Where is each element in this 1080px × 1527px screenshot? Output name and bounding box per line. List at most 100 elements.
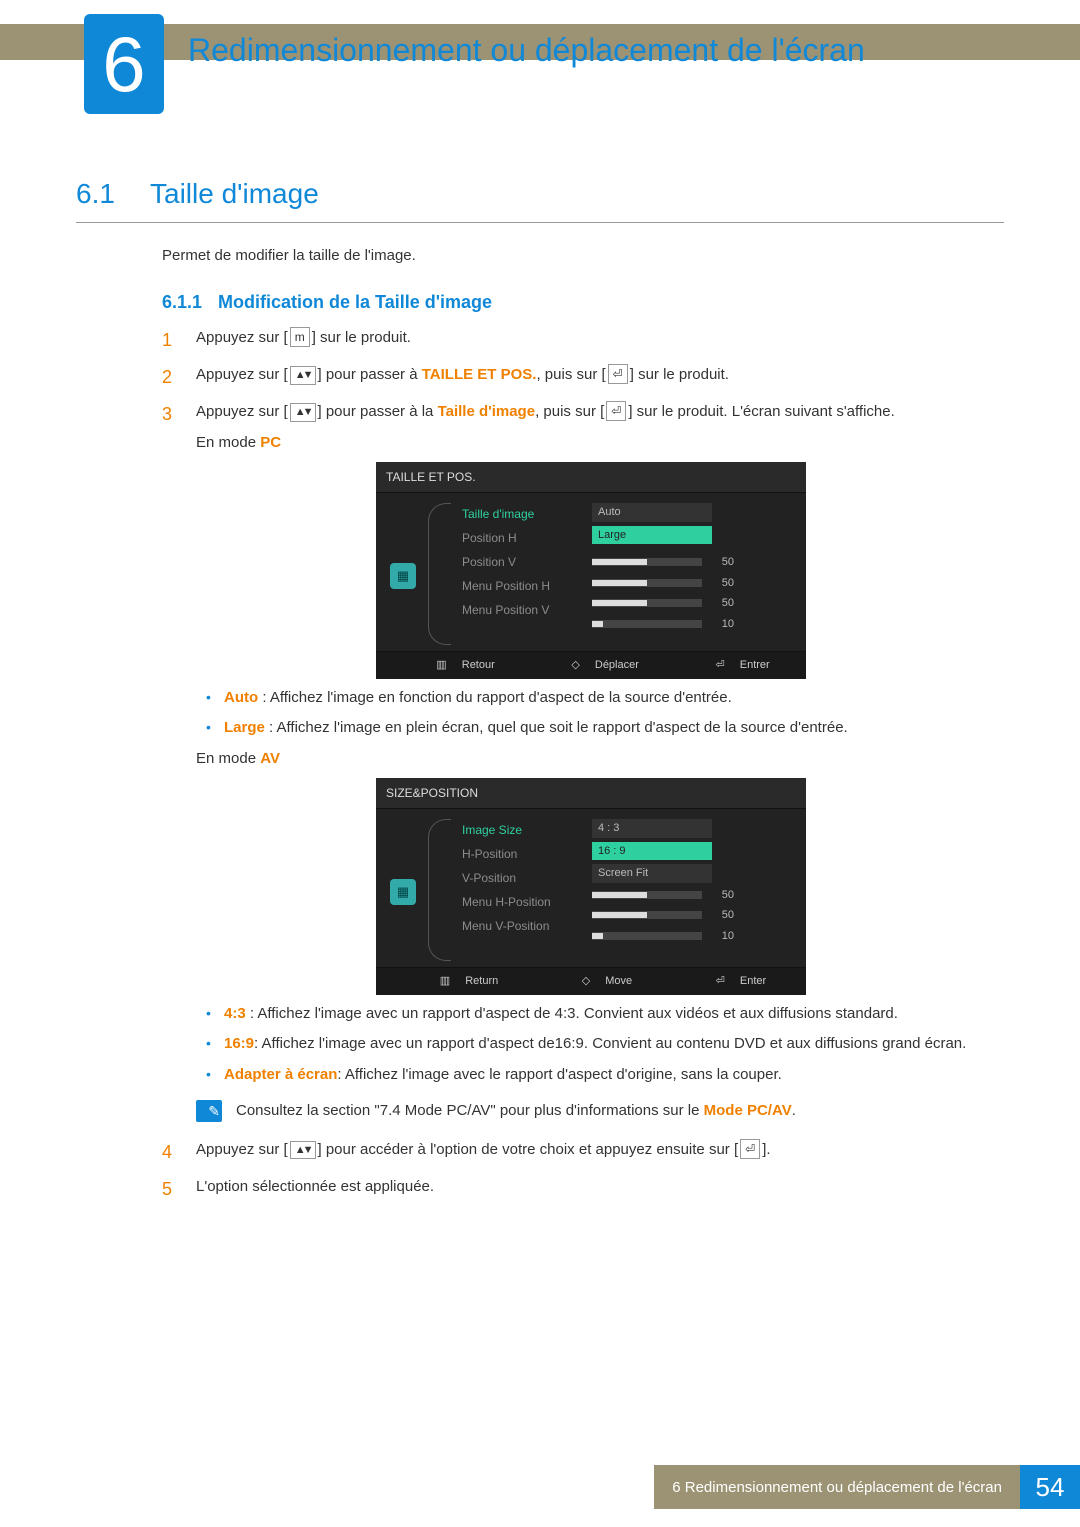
osd-footer-return: ▥ Return [416,973,499,990]
osd-option: Auto [592,503,712,522]
slider-value: 10 [710,616,734,633]
updown-icon: ▲▼ [290,403,316,422]
text: L'option sélectionnée est appliquée. [196,1176,1004,1203]
osd-footer-enter: ⏎ Enter [692,973,767,990]
note-text: Consultez la section "7.4 Mode PC/AV" po… [236,1100,796,1123]
section-title: Taille d'image [150,178,319,210]
term: Adapter à écran [224,1066,337,1083]
osd-category-icon: ▦ [390,879,416,905]
osd-title: SIZE&POSITION [376,778,806,809]
text: Appuyez sur [ [196,366,288,383]
step-number: 3 [162,401,176,1129]
text: ] pour passer à [318,366,422,383]
osd-item: Position H [462,529,582,547]
text: Appuyez sur [ [196,329,288,346]
section-number: 6.1 [76,178,132,210]
text: : Affichez l'image en plein écran, quel … [265,719,848,736]
text: ] pour accéder à l'option de votre choix… [318,1141,739,1158]
step-4: 4 Appuyez sur [▲▼] pour accéder à l'opti… [162,1139,1004,1166]
step-2: 2 Appuyez sur [▲▼] pour passer à TAILLE … [162,364,1004,391]
osd-item-selected: Image Size [462,821,582,839]
osd-item: Position V [462,553,582,571]
enter-icon: ⏎ [608,364,628,384]
page-footer: 6 Redimensionnement ou déplacement de l'… [0,1465,1080,1509]
step-number: 2 [162,364,176,391]
slider-value: 50 [710,887,734,904]
section-intro: Permet de modifier la taille de l'image. [162,247,1004,264]
osd-option-highlight: 16 : 9 [592,842,712,861]
menu-icon: ▥ [428,975,450,987]
osd-slider-row: 50 [592,887,792,904]
link-mode-pcav: Mode PC/AV [704,1102,792,1119]
slider-value: 50 [710,575,734,592]
enter-icon: ⏎ [703,659,724,671]
bullet-169: 16:9: Affichez l'image avec un rapport d… [206,1033,1004,1056]
move-icon: ◇ [559,659,579,671]
enter-icon: ⏎ [704,975,725,987]
step-number: 4 [162,1139,176,1166]
slider-value: 50 [710,907,734,924]
text: : Affichez l'image avec un rapport d'asp… [246,1005,898,1022]
text: En mode [196,434,260,451]
text: ] sur le produit. [312,329,411,346]
term: Large [224,719,265,736]
osd-bracket [426,503,452,645]
osd-title: TAILLE ET POS. [376,462,806,493]
step-5: 5 L'option sélectionnée est appliquée. [162,1176,1004,1203]
osd-footer-move: ◇ Déplacer [547,657,639,674]
slider-value: 50 [710,595,734,612]
bullet-large: Large : Affichez l'image en plein écran,… [206,717,1004,740]
text: : Affichez l'image avec un rapport d'asp… [254,1035,966,1052]
subsection-number: 6.1.1 [162,292,202,313]
text: , puis sur [ [536,366,605,383]
osd-item: Menu V-Position [462,917,582,935]
term: 4:3 [224,1005,246,1022]
text: . [792,1102,796,1119]
footer-page-number: 54 [1020,1465,1080,1509]
osd-slider-row: 10 [592,928,792,945]
osd-menu-av: SIZE&POSITION ▦ Image Size H-Position V-… [376,778,806,995]
menu-icon: ▥ [424,659,446,671]
osd-category-icon: ▦ [390,563,416,589]
text: Appuyez sur [ [196,403,288,420]
enter-icon: ⏎ [740,1139,760,1159]
text: : Affichez l'image en fonction du rappor… [258,689,732,706]
osd-footer-return: ▥ Retour [412,657,495,674]
osd-menu-pc: TAILLE ET POS. ▦ Taille d'image Position… [376,462,806,679]
subsection-title: Modification de la Taille d'image [218,292,492,313]
note-icon [196,1100,222,1122]
osd-option-highlight: Large [592,526,712,545]
osd-slider-row: 10 [592,616,792,633]
term: Auto [224,689,258,706]
osd-slider-row: 50 [592,595,792,612]
mode-pc-label: PC [260,434,281,451]
osd-item: V-Position [462,869,582,887]
osd-slider-row: 50 [592,907,792,924]
bullet-43: 4:3 : Affichez l'image avec un rapport d… [206,1003,1004,1026]
text: ] pour passer à la [318,403,438,420]
text: ] sur le produit. [630,366,729,383]
text: Appuyez sur [ [196,1141,288,1158]
osd-item-selected: Taille d'image [462,505,582,523]
step-3: 3 Appuyez sur [▲▼] pour passer à la Tail… [162,401,1004,1129]
step-number: 5 [162,1176,176,1203]
enter-icon: ⏎ [606,401,626,421]
step-number: 1 [162,327,176,354]
osd-option: 4 : 3 [592,819,712,838]
chapter-title: Redimensionnement ou déplacement de l'éc… [188,30,865,70]
section-underline [76,222,1004,223]
osd-slider-row: 50 [592,575,792,592]
footer-chapter-label: 6 Redimensionnement ou déplacement de l'… [654,1465,1020,1509]
osd-option: Screen Fit [592,864,712,883]
slider-value: 10 [710,928,734,945]
text: , puis sur [ [535,403,604,420]
move-icon: ◇ [570,975,590,987]
osd-item: Menu H-Position [462,893,582,911]
term: 16:9 [224,1035,254,1052]
step-1: 1 Appuyez sur [m] sur le produit. [162,327,1004,354]
slider-value: 50 [710,554,734,571]
text: Consultez la section "7.4 Mode PC/AV" po… [236,1102,704,1119]
text: ]. [762,1141,770,1158]
osd-item: Menu Position H [462,577,582,595]
osd-slider-row: 50 [592,554,792,571]
